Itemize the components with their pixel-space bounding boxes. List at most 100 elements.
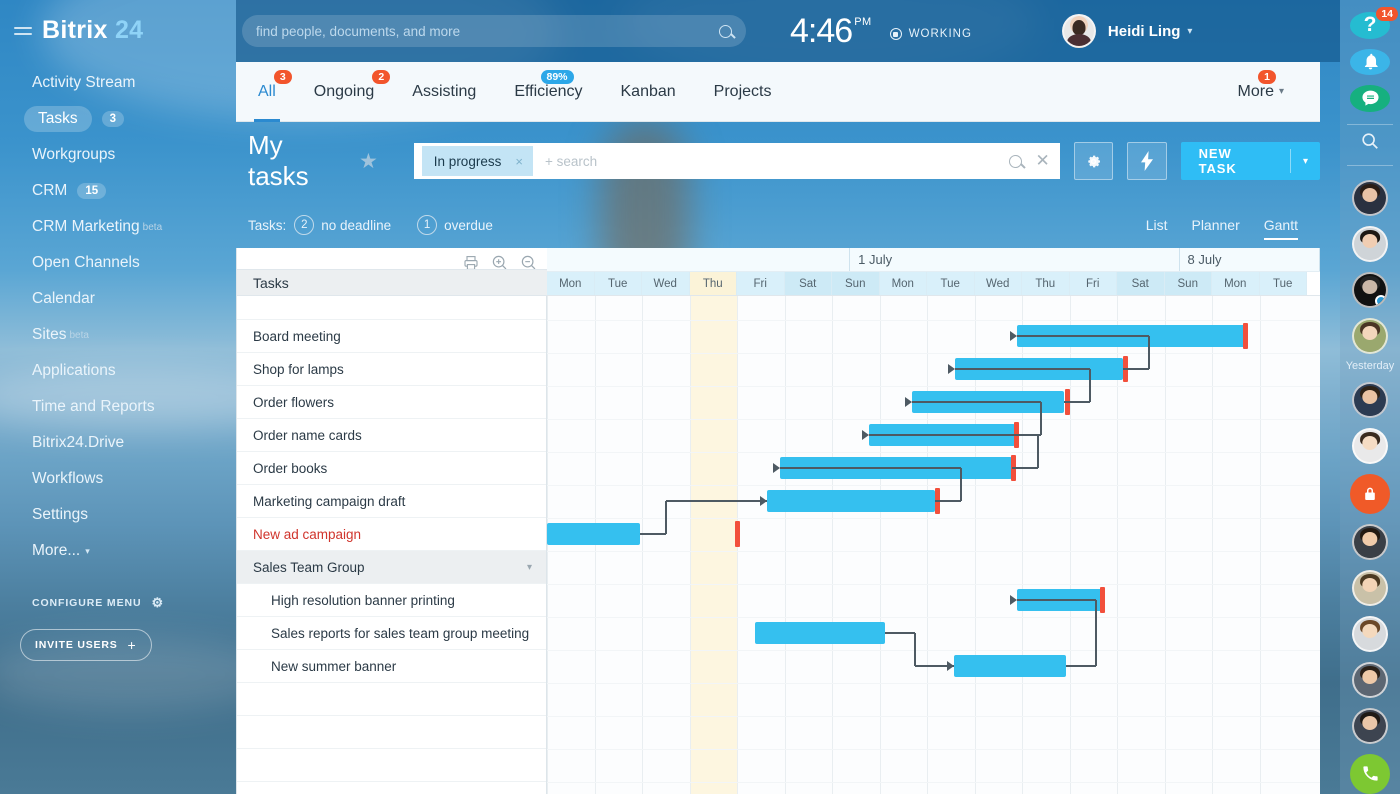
table-row[interactable]: Shop for lamps: [237, 353, 546, 386]
sidebar-item-time-and-reports[interactable]: Time and Reports: [0, 389, 236, 425]
user-menu[interactable]: Heidi Ling ▾: [1061, 14, 1192, 48]
sidebar-item-crm-marketing[interactable]: CRM Marketing beta: [0, 209, 236, 245]
table-row[interactable]: Sales reports for sales team group meeti…: [237, 617, 546, 650]
gantt-bar[interactable]: [547, 523, 640, 545]
gantt-bar[interactable]: [954, 655, 1066, 677]
sidebar-item-label: Settings: [32, 506, 89, 523]
tab-badge: 3: [273, 69, 292, 84]
work-status[interactable]: WORKING: [889, 28, 972, 40]
favorite-star-icon[interactable]: ★: [359, 149, 378, 174]
filter-chip[interactable]: In progress ×: [421, 146, 533, 176]
chevron-down-icon[interactable]: ▾: [1291, 156, 1320, 167]
table-row[interactable]: Board meeting: [237, 320, 546, 353]
hamburger-icon[interactable]: [14, 23, 32, 39]
view-list[interactable]: List: [1146, 217, 1168, 233]
new-task-button[interactable]: NEW TASK ▾: [1180, 142, 1320, 180]
avatar-contact-8[interactable]: [1352, 569, 1388, 606]
tab-ongoing[interactable]: Ongoing 2: [314, 62, 391, 122]
search-icon[interactable]: [1008, 154, 1022, 168]
overdue-label[interactable]: overdue: [444, 218, 493, 233]
tab-badge: 89%: [540, 69, 574, 84]
avatar-contact-7[interactable]: [1352, 523, 1388, 560]
table-row[interactable]: New ad campaign: [237, 518, 546, 551]
task-group-row[interactable]: Sales Team Group ▾: [237, 551, 546, 584]
sidebar-item-bitrix24-drive[interactable]: Bitrix24.Drive: [0, 425, 236, 461]
settings-button[interactable]: [1073, 142, 1114, 180]
chevron-down-icon[interactable]: ▾: [527, 562, 532, 573]
configure-menu-button[interactable]: CONFIGURE MENU ⚙: [0, 595, 236, 611]
table-row[interactable]: New summer banner: [237, 650, 546, 683]
day-header: Mon: [879, 272, 927, 295]
sidebar-item-activity-stream[interactable]: Activity Stream: [0, 65, 236, 101]
sidebar-item-sites[interactable]: Sites beta: [0, 317, 236, 353]
gantt-bar[interactable]: [767, 490, 935, 512]
avatar-contact-5[interactable]: [1352, 381, 1388, 418]
view-planner[interactable]: Planner: [1191, 217, 1239, 233]
close-icon[interactable]: ✕: [1036, 151, 1050, 171]
avatar-contact-2[interactable]: [1352, 225, 1388, 262]
avatar-contact-9[interactable]: [1352, 615, 1388, 652]
bell-icon[interactable]: [1350, 48, 1390, 75]
tab-more[interactable]: More ▾ 1: [1238, 62, 1284, 122]
lock-icon[interactable]: [1350, 473, 1390, 514]
row-line: [547, 353, 1320, 354]
avatar-contact-11[interactable]: [1352, 707, 1388, 744]
tab-label: Kanban: [620, 82, 676, 100]
deadline-marker[interactable]: [1243, 323, 1248, 349]
grid-line: [1259, 296, 1261, 794]
search-input[interactable]: [256, 23, 713, 39]
tab-efficiency[interactable]: Efficiency 89%: [514, 62, 583, 122]
sidebar-item-tasks[interactable]: Tasks 3: [0, 101, 236, 137]
table-row[interactable]: Marketing campaign draft: [237, 485, 546, 518]
right-search-icon[interactable]: [1350, 128, 1390, 153]
gantt-bar[interactable]: [755, 622, 885, 644]
close-icon[interactable]: ×: [515, 154, 523, 169]
task-name: Board meeting: [253, 328, 341, 344]
filter-add[interactable]: + search: [545, 154, 597, 169]
avatar-contact-1[interactable]: [1352, 179, 1388, 216]
no-deadline-label[interactable]: no deadline: [321, 218, 391, 233]
brand-logo[interactable]: Bitrix 24: [0, 0, 236, 45]
dependency-link: [1066, 665, 1096, 667]
global-search[interactable]: [242, 15, 746, 47]
avatar-contact-4[interactable]: [1352, 317, 1388, 354]
day-header: Fri: [737, 272, 785, 295]
avatar-contact-6[interactable]: [1352, 427, 1388, 464]
table-row[interactable]: Order books: [237, 452, 546, 485]
avatar-contact-10[interactable]: [1352, 661, 1388, 698]
avatar-body: [1357, 452, 1383, 462]
sidebar-item-more[interactable]: More... ▾: [0, 533, 236, 569]
view-gantt[interactable]: Gantt: [1263, 217, 1299, 240]
automation-button[interactable]: [1127, 142, 1167, 180]
sidebar-item-crm[interactable]: CRM 15: [0, 173, 236, 209]
deadline-marker[interactable]: [1100, 587, 1105, 613]
invite-users-button[interactable]: INVITE USERS +: [20, 629, 152, 661]
tab-assisting[interactable]: Assisting: [412, 62, 476, 122]
filter-bar[interactable]: In progress × + search ✕: [413, 143, 1060, 179]
sidebar-item-open-channels[interactable]: Open Channels: [0, 245, 236, 281]
dependency-arrow: [948, 364, 955, 374]
search-icon[interactable]: [719, 24, 732, 38]
tab-kanban[interactable]: Kanban: [621, 62, 676, 122]
day-header: Thu: [689, 272, 737, 295]
table-row[interactable]: Order flowers: [237, 386, 546, 419]
deadline-marker[interactable]: [735, 521, 740, 547]
chat-icon[interactable]: [1350, 85, 1390, 112]
dependency-arrow: [1010, 331, 1017, 341]
sidebar-item-applications[interactable]: Applications: [0, 353, 236, 389]
phone-icon[interactable]: [1350, 753, 1390, 794]
tab-projects[interactable]: Projects: [714, 62, 772, 122]
week-row: June1 July8 July: [547, 248, 1320, 272]
sidebar-item-settings[interactable]: Settings: [0, 497, 236, 533]
sidebar-item-calendar[interactable]: Calendar: [0, 281, 236, 317]
help-icon[interactable]: ? 14: [1350, 7, 1398, 39]
sidebar-item-workgroups[interactable]: Workgroups: [0, 137, 236, 173]
day-header: Mon: [1212, 272, 1260, 295]
sidebar-item-workflows[interactable]: Workflows: [0, 461, 236, 497]
tab-all[interactable]: All 3: [258, 62, 292, 122]
avatar-contact-3[interactable]: [1352, 271, 1388, 308]
gantt-timeline[interactable]: [547, 296, 1320, 794]
table-row[interactable]: Order name cards: [237, 419, 546, 452]
day-header: Thu: [1022, 272, 1070, 295]
table-row[interactable]: High resolution banner printing: [237, 584, 546, 617]
